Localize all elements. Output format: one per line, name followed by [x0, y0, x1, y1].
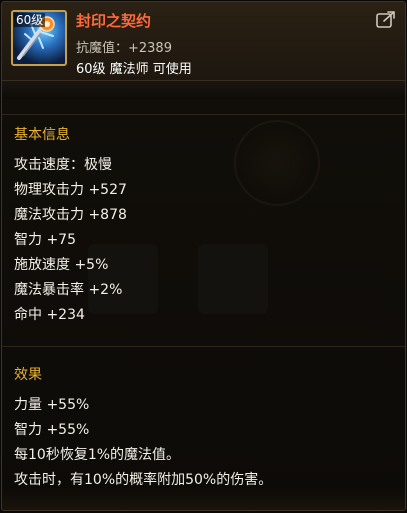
clipped-row: [2, 81, 405, 99]
share-icon[interactable]: [376, 11, 396, 29]
effects-title: 效果: [14, 367, 42, 383]
background-ghost-emblem: [234, 120, 320, 206]
stat-line: 智力 +75: [14, 232, 76, 248]
stat-line: 命中 +234: [14, 307, 85, 323]
effect-line: 智力 +55%: [14, 422, 90, 438]
stat-line: 物理攻击力 +527: [14, 182, 127, 198]
item-tooltip: 60级 封印之契约 抗魔值：+2389 60级 魔法师 可使用 基本信息 攻击速…: [1, 1, 406, 511]
background-ghost-footer: [2, 488, 405, 510]
section-divider: [2, 114, 405, 115]
stat-line: 魔法攻击力 +878: [14, 207, 127, 223]
effect-line: 攻击时，有10%的概率附加50%的伤害。: [14, 472, 273, 488]
wand-icon[interactable]: 60级: [11, 10, 67, 66]
effect-line: 力量 +55%: [14, 397, 90, 413]
basic-info-title: 基本信息: [14, 127, 70, 143]
section-divider: [2, 346, 405, 347]
item-name: 封印之契约: [76, 12, 152, 30]
stat-line: 攻击速度：极慢: [14, 157, 112, 173]
item-level-badge: 60级: [14, 13, 46, 27]
item-requirement: 60级 魔法师 可使用: [76, 62, 192, 77]
tooltip-header: 60级 封印之契约 抗魔值：+2389 60级 魔法师 可使用: [2, 2, 405, 81]
background-ghost-slot: [198, 244, 268, 314]
item-resistance: 抗魔值：+2389: [76, 41, 172, 56]
stat-line: 魔法暴击率 +2%: [14, 282, 123, 298]
stat-line: 施放速度 +5%: [14, 257, 109, 273]
effect-line: 每10秒恢复1%的魔法值。: [14, 447, 181, 463]
